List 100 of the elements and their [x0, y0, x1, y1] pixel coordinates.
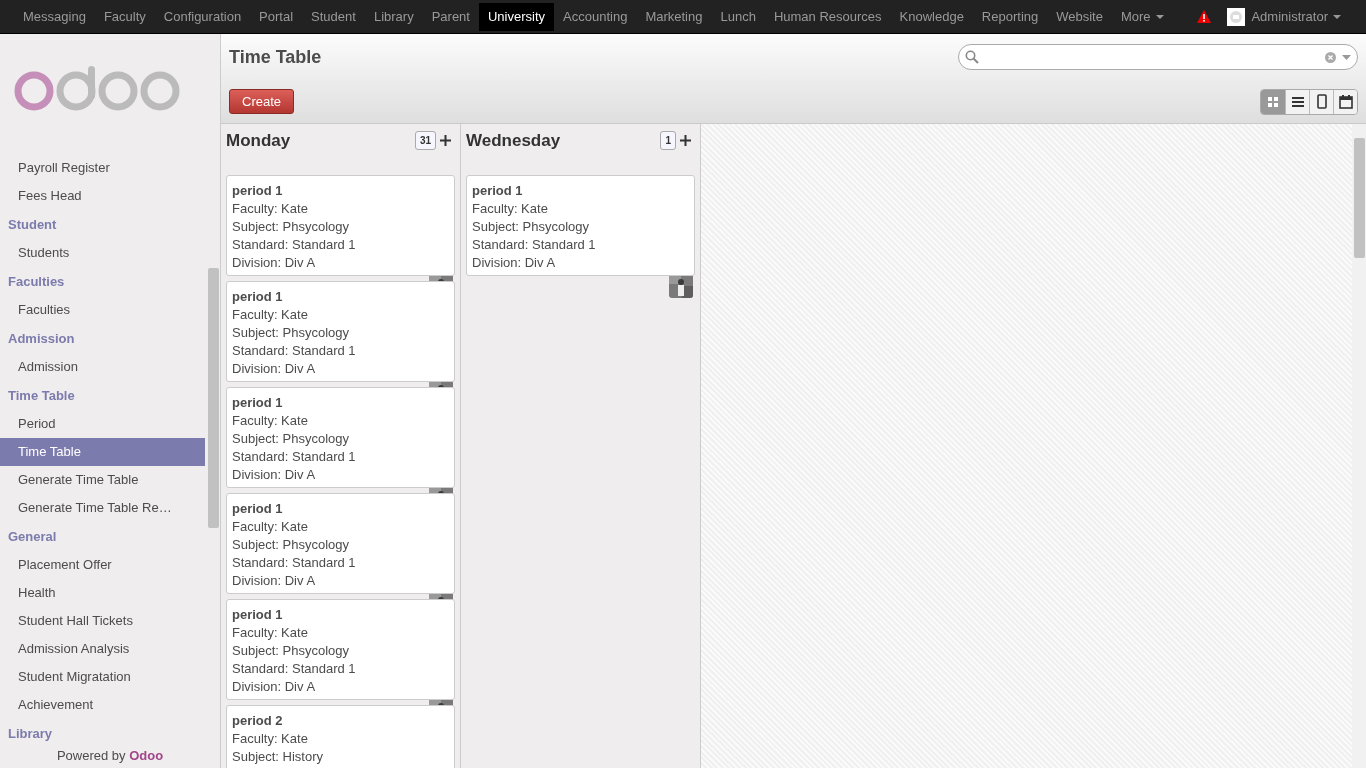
kanban-card[interactable]: period 1 Faculty: Kate Subject: Phsycology Standard: Standard 1 Division: Div A	[226, 175, 455, 276]
menu-item[interactable]: Human Resources	[764, 2, 891, 31]
sidebar-item[interactable]: Student Hall Tickets	[0, 607, 205, 635]
menu-item[interactable]: Messaging	[14, 2, 95, 31]
menu-item[interactable]: Knowledge	[890, 2, 973, 31]
card-title: period 1	[232, 394, 284, 412]
create-button[interactable]: Create	[229, 89, 295, 114]
more-menu[interactable]: More	[1111, 2, 1173, 31]
menu-section-heading: Faculties	[7, 273, 66, 291]
card-field: Faculty: Kate	[232, 306, 449, 324]
card-field: Subject: Phsycology	[232, 218, 449, 236]
card-field: Division: Div A	[232, 678, 449, 696]
search-field[interactable]	[958, 44, 1358, 70]
card-field: Faculty: Kate	[232, 624, 449, 642]
kanban-card[interactable]: period 2 Faculty: Kate Subject: History	[226, 705, 455, 768]
card-field: Faculty: Kate	[232, 730, 449, 748]
card-field: Standard: Standard 1	[232, 448, 449, 466]
sidebar-item[interactable]: Admission	[0, 353, 205, 381]
card-field: Subject: Phsycology	[472, 218, 689, 236]
avatar-icon	[1227, 7, 1246, 26]
card-field: Faculty: Kate	[472, 200, 689, 218]
scrollbar[interactable]	[1352, 124, 1366, 768]
plus-icon	[680, 135, 691, 146]
kanban-card[interactable]: period 1 Faculty: Kate Subject: Phsycology Standard: Standard 1 Division: Div A	[226, 387, 455, 488]
card-field: Division: Div A	[232, 360, 449, 378]
card-title: period 1	[232, 500, 284, 518]
sidebar-item[interactable]: Achievement	[0, 691, 205, 719]
view-switch-button[interactable]	[1261, 89, 1285, 114]
card-title: period 1	[472, 182, 524, 200]
card-field: Faculty: Kate	[232, 412, 449, 430]
kanban-card[interactable]: period 1 Faculty: Kate Subject: Phsycology Standard: Standard 1 Division: Div A	[226, 493, 455, 594]
sidebar-item[interactable]: Period	[0, 410, 205, 438]
list-icon	[1291, 96, 1304, 107]
powered-by-text: Powered by Odoo	[55, 747, 165, 765]
card-field: Subject: Phsycology	[232, 324, 449, 342]
menu-item[interactable]: Library	[364, 2, 423, 31]
card-field: Standard: Standard 1	[232, 554, 449, 572]
menu-item[interactable]: Student	[302, 2, 365, 31]
user-menu[interactable]: Administrator	[1249, 2, 1350, 31]
menu-item[interactable]: Configuration	[154, 2, 251, 31]
card-field: Division: Div A	[232, 466, 449, 484]
card-field: Standard: Standard 1	[232, 660, 449, 678]
kanban-card[interactable]: period 1 Faculty: Kate Subject: Phsycology Standard: Standard 1 Division: Div A	[466, 175, 695, 276]
card-field: Standard: Standard 1	[232, 236, 449, 254]
view-switch-button[interactable]	[1285, 89, 1309, 114]
card-field: Division: Div A	[232, 572, 449, 590]
record-count: 31	[414, 131, 436, 150]
menu-section-heading: General	[7, 528, 58, 546]
menu-item[interactable]: Portal	[250, 2, 303, 31]
menu-item[interactable]: Accounting	[554, 2, 637, 31]
sidebar-item[interactable]: Faculties	[0, 296, 205, 324]
card-title: period 1	[232, 606, 284, 624]
sidebar-item[interactable]: Students	[0, 239, 205, 267]
column-title: Monday	[226, 131, 292, 151]
view-switch-button[interactable]	[1309, 89, 1333, 114]
menu-item[interactable]: Lunch	[711, 2, 765, 31]
calendar-icon	[1338, 94, 1353, 109]
column-title: Wednesday	[466, 131, 562, 151]
record-count: 1	[660, 131, 676, 150]
card-field: Faculty: Kate	[232, 518, 449, 536]
sidebar-item[interactable]: Fees Head	[0, 182, 205, 210]
sidebar-item[interactable]: Admission Analysis	[0, 635, 205, 663]
kanban-card[interactable]: period 1 Faculty: Kate Subject: Phsycology Standard: Standard 1 Division: Div A	[226, 281, 455, 382]
menu-section-heading: Time Table	[7, 387, 76, 405]
card-field: Standard: Standard 1	[472, 236, 689, 254]
caret-icon[interactable]	[1342, 54, 1351, 60]
sidebar-item[interactable]: Generate Time Table	[0, 466, 205, 494]
caret-icon	[1333, 15, 1341, 20]
page-icon	[1316, 94, 1327, 109]
card-field: Faculty: Kate	[232, 200, 449, 218]
menu-section-heading: Admission	[7, 330, 76, 348]
menu-section-heading: Student	[7, 216, 58, 234]
card-field: Standard: Standard 1	[232, 342, 449, 360]
card-field: Subject: Phsycology	[232, 430, 449, 448]
sidebar-item[interactable]: Generate Time Table Re…	[0, 494, 205, 522]
menu-item[interactable]: Marketing	[636, 2, 712, 31]
sidebar-item[interactable]: Student Migratation	[0, 663, 205, 691]
menu-item[interactable]: Parent	[422, 2, 479, 31]
card-field: Subject: History	[232, 748, 449, 766]
menu-item[interactable]: Website	[1047, 2, 1112, 31]
card-title: period 2	[232, 712, 284, 730]
kanban-card[interactable]: period 1 Faculty: Kate Subject: Phsycology Standard: Standard 1 Division: Div A	[226, 599, 455, 700]
card-title: period 1	[232, 288, 284, 306]
sidebar-item[interactable]: Payroll Register	[0, 154, 205, 182]
sidebar-item[interactable]: Placement Offer	[0, 551, 205, 579]
caret-icon	[1155, 15, 1164, 20]
menu-section-heading: Library	[7, 725, 54, 743]
view-switch-button[interactable]	[1333, 89, 1357, 114]
plus-icon	[440, 135, 451, 146]
card-field: Division: Div A	[232, 254, 449, 272]
menu-item[interactable]: University	[478, 2, 555, 31]
sidebar-item[interactable]: Health	[0, 579, 205, 607]
grid-icon	[1268, 96, 1278, 107]
menu-item[interactable]: Reporting	[972, 2, 1048, 31]
card-field: Division: Div A	[472, 254, 689, 272]
card-field: Subject: Phsycology	[232, 536, 449, 554]
menu-item[interactable]: Faculty	[94, 2, 155, 31]
sidebar-item[interactable]: Time Table	[0, 438, 205, 466]
search-icon	[965, 50, 979, 64]
warning-icon[interactable]	[1197, 10, 1212, 23]
